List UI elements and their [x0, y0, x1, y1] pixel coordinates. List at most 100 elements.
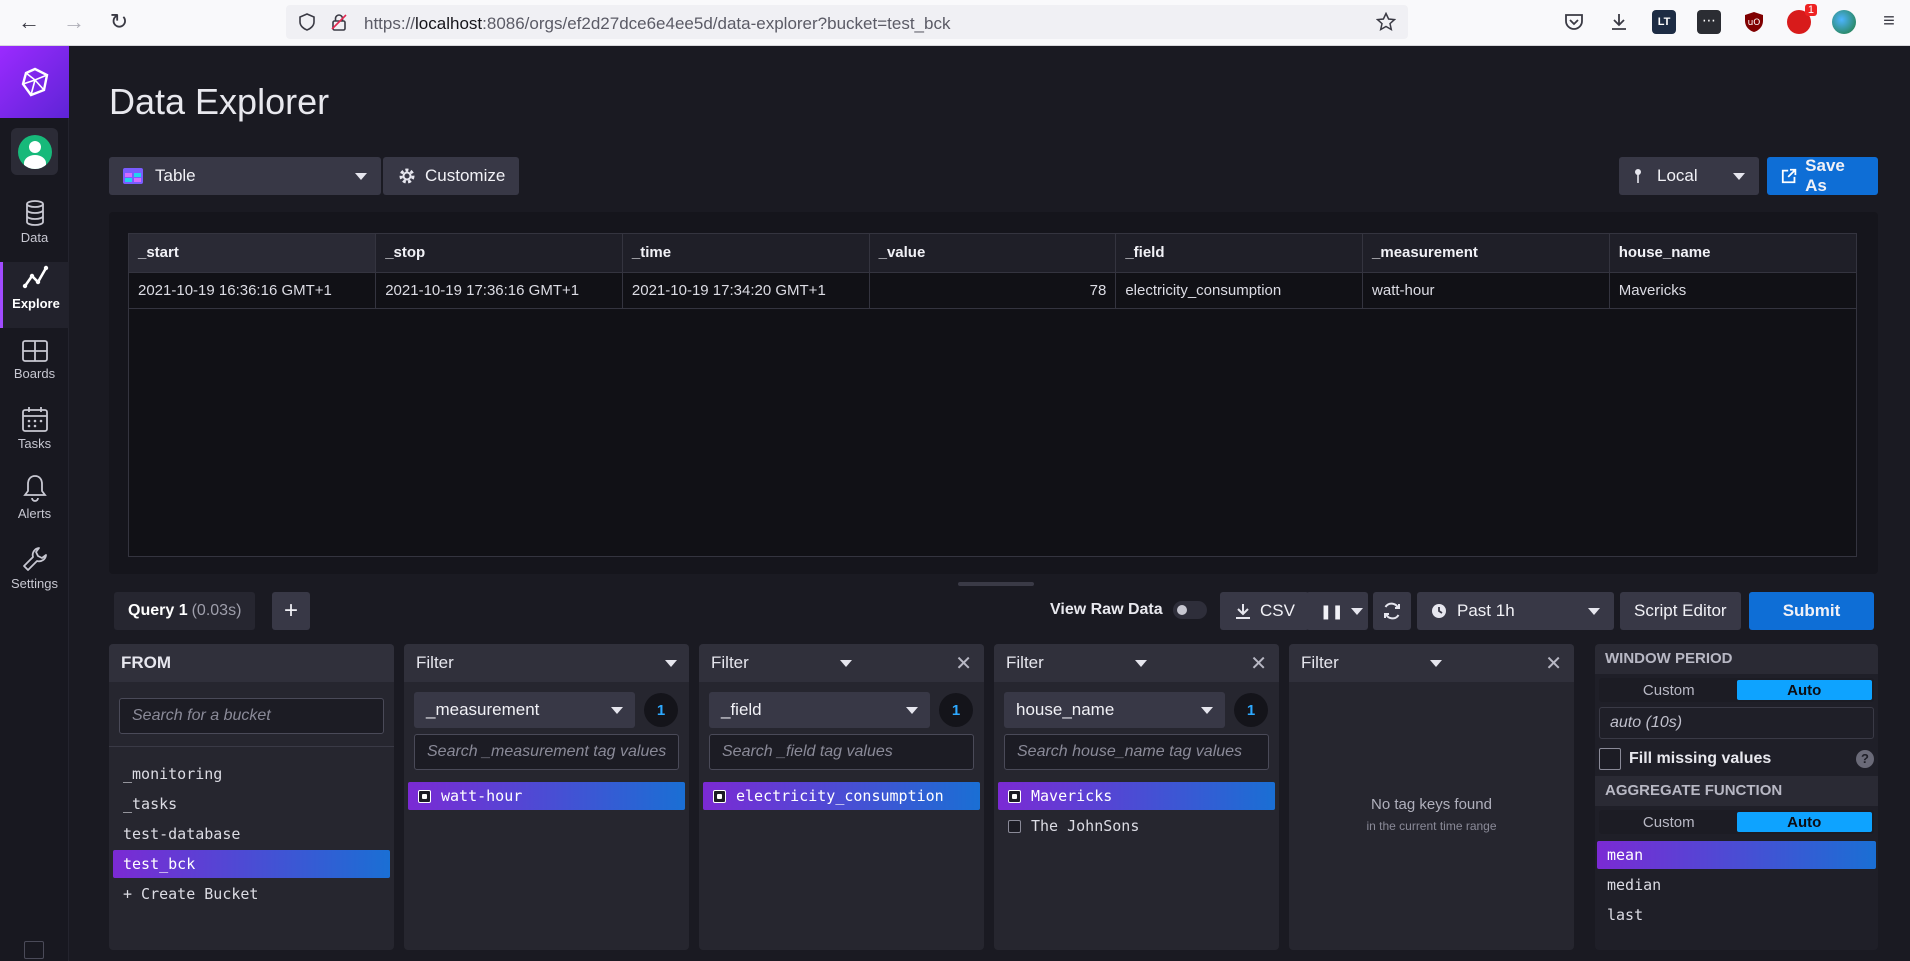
aggregate-function-item-selected[interactable]: mean	[1597, 841, 1876, 869]
reload-icon[interactable]: ↻	[106, 11, 132, 35]
bucket-item[interactable]: _monitoring	[113, 760, 390, 788]
table-row: 2021-10-19 16:36:16 GMT+1 2021-10-19 17:…	[129, 272, 1856, 309]
window-period-input[interactable]: auto (10s)	[1599, 707, 1874, 739]
checkbox[interactable]	[418, 789, 431, 803]
table-header-row: _start _stop _time _value _field _measur…	[129, 234, 1856, 273]
auto-option[interactable]: Auto	[1736, 812, 1872, 832]
add-query-button[interactable]: +	[272, 592, 310, 630]
close-icon[interactable]: ✕	[1238, 651, 1267, 676]
timezone-dropdown[interactable]: Local	[1619, 157, 1759, 195]
customize-button[interactable]: Customize	[383, 157, 520, 195]
sidebar-item-alerts[interactable]: Alerts	[0, 472, 69, 538]
url-text: https://localhost:8086/orgs/ef2d27dce6e4…	[364, 14, 951, 33]
filter-function-dropdown[interactable]: Filter ✕	[699, 644, 984, 682]
auto-refresh-dropdown[interactable]: ❚❚	[1306, 592, 1368, 630]
sidebar-item-tasks[interactable]: Tasks	[0, 402, 69, 468]
influx-cube-icon	[21, 67, 48, 97]
export-icon	[1781, 168, 1797, 184]
column-header[interactable]: _value	[869, 234, 1117, 273]
close-icon[interactable]: ✕	[1533, 651, 1562, 676]
create-bucket-link[interactable]: + Create Bucket	[113, 880, 390, 908]
chevron-down-icon	[1733, 172, 1745, 180]
checkbox[interactable]	[1008, 819, 1021, 833]
globe-extension-icon[interactable]	[1832, 10, 1856, 34]
download-icon	[1236, 604, 1250, 619]
influxdb-logo[interactable]	[0, 46, 69, 118]
languagetool-icon[interactable]: LT	[1652, 10, 1676, 34]
back-icon[interactable]: ←	[16, 11, 42, 35]
time-range-dropdown[interactable]: Past 1h	[1417, 592, 1614, 630]
tag-value-item[interactable]: electricity_consumption	[703, 782, 980, 810]
column-header[interactable]: house_name	[1609, 234, 1856, 273]
visualization-type-dropdown[interactable]: Table	[109, 157, 381, 195]
more-extensions-icon[interactable]: ⋯	[1697, 10, 1721, 34]
query-tab[interactable]: Query 1 (0.03s)	[114, 592, 256, 630]
fill-missing-label: Fill missing values	[1629, 750, 1772, 767]
tag-key-dropdown[interactable]: _measurement	[414, 692, 635, 728]
filter-function-dropdown[interactable]: Filter ✕	[1289, 644, 1574, 682]
bucket-item-selected[interactable]: test_bck	[113, 850, 390, 878]
aggregate-function-item[interactable]: last	[1597, 901, 1876, 929]
save-as-button[interactable]: Save As	[1767, 156, 1878, 195]
csv-download-button[interactable]: CSV	[1220, 592, 1309, 630]
tag-value-label: electricity_consumption	[736, 787, 944, 805]
tag-value-search-input[interactable]: Search _measurement tag values	[414, 734, 679, 770]
view-raw-data-toggle[interactable]: View Raw Data	[1050, 601, 1207, 619]
pause-icon: ❚❚	[1320, 602, 1344, 619]
sidebar-item-boards[interactable]: Boards	[0, 332, 69, 398]
custom-option[interactable]: Custom	[1601, 812, 1737, 832]
tag-value-item[interactable]: Mavericks	[998, 782, 1275, 810]
selected-count-badge: 1	[644, 693, 678, 727]
submit-button[interactable]: Submit	[1749, 592, 1874, 630]
close-icon[interactable]: ✕	[943, 651, 972, 676]
sidebar-item-explore[interactable]: Explore	[0, 262, 69, 328]
checkbox[interactable]	[713, 789, 726, 803]
tag-value-item[interactable]: watt-hour	[408, 782, 685, 810]
bookmark-star-icon[interactable]	[1376, 12, 1396, 32]
results-panel: _start _stop _time _value _field _measur…	[109, 212, 1878, 574]
collapse-sidebar-button[interactable]	[24, 941, 44, 959]
fill-missing-checkbox[interactable]	[1599, 748, 1621, 770]
column-header[interactable]: _stop	[375, 234, 623, 273]
bucket-item[interactable]: test-database	[113, 820, 390, 848]
user-avatar[interactable]	[11, 128, 58, 175]
tag-key-dropdown[interactable]: house_name	[1004, 692, 1225, 728]
refresh-button[interactable]	[1373, 592, 1411, 630]
dashboard-icon	[21, 340, 48, 362]
help-icon[interactable]: ?	[1856, 750, 1874, 768]
filter-function-dropdown[interactable]: Filter ✕	[994, 644, 1279, 682]
column-header[interactable]: _field	[1115, 234, 1364, 273]
sidebar-item-settings[interactable]: Settings	[0, 542, 69, 608]
extension-badge-icon[interactable]: 1	[1787, 4, 1817, 34]
selected-count-badge: 1	[939, 693, 973, 727]
filter-function-dropdown[interactable]: Filter	[404, 644, 689, 682]
aggregate-function-item[interactable]: median	[1597, 871, 1876, 899]
column-header[interactable]: _start	[129, 234, 377, 273]
auto-option[interactable]: Auto	[1736, 680, 1872, 700]
pocket-icon[interactable]	[1562, 10, 1586, 34]
checkbox[interactable]	[1008, 789, 1021, 803]
chevron-down-icon	[1135, 659, 1147, 667]
sidebar-item-data[interactable]: Data	[0, 196, 69, 262]
lock-icon[interactable]	[330, 13, 348, 31]
toggle-switch[interactable]	[1172, 601, 1207, 619]
url-bar[interactable]: https://localhost:8086/orgs/ef2d27dce6e4…	[286, 5, 1408, 39]
shield-icon[interactable]	[298, 13, 316, 31]
tag-value-search-input[interactable]: Search house_name tag values	[1004, 734, 1269, 770]
menu-icon[interactable]: ≡	[1877, 10, 1901, 34]
column-header[interactable]: _measurement	[1362, 234, 1610, 273]
forward-icon[interactable]: →	[61, 11, 87, 35]
tag-key-dropdown[interactable]: _field	[709, 692, 930, 728]
bucket-item[interactable]: _tasks	[113, 790, 390, 818]
script-editor-button[interactable]: Script Editor	[1620, 592, 1741, 630]
tag-value-search-input[interactable]: Search _field tag values	[709, 734, 974, 770]
bucket-search-input[interactable]: Search for a bucket	[119, 698, 384, 734]
download-icon[interactable]	[1607, 10, 1631, 34]
tag-value-item[interactable]: The JohnSons	[998, 812, 1275, 840]
panel-resize-handle[interactable]	[958, 582, 1034, 586]
table-cell: electricity_consumption	[1115, 272, 1364, 309]
aggregate-mode-toggle: Custom Auto	[1599, 810, 1874, 834]
ublock-icon[interactable]: uO	[1742, 10, 1766, 34]
column-header[interactable]: _time	[622, 234, 870, 273]
custom-option[interactable]: Custom	[1601, 680, 1737, 700]
